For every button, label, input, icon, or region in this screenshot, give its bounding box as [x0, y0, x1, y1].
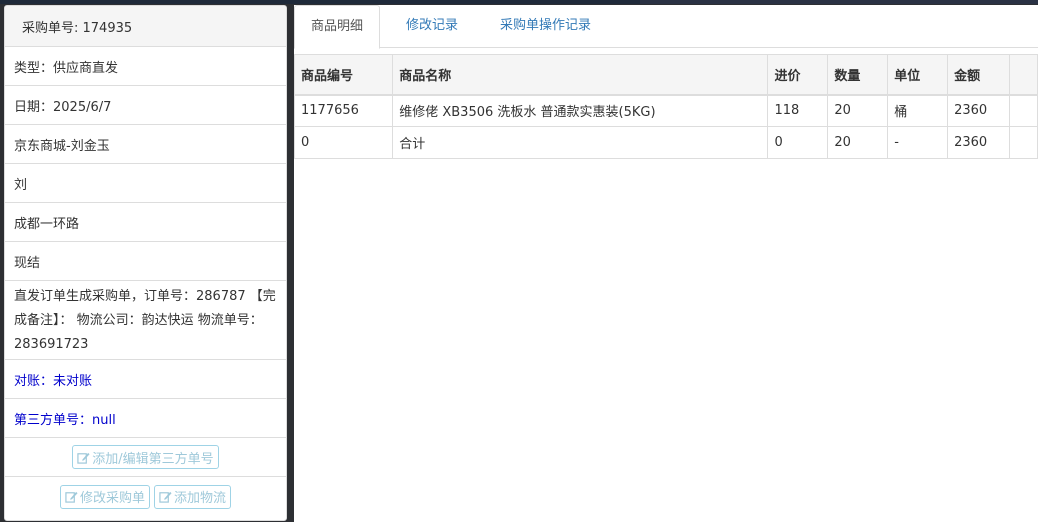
- edit-order-label: 修改采购单: [79, 491, 145, 506]
- table-row: 0 合计 0 20 - 2360: [293, 126, 1038, 159]
- cell-unit: -: [887, 126, 949, 159]
- add-logistics-label: 添加物流: [174, 491, 227, 506]
- top-bar: [0, 0, 1038, 4]
- col-amount: 金额: [947, 54, 1010, 96]
- order-info-panel: 采购单号: 174935 类型：供应商直发 日期：2025/6/7 京东商城-刘…: [4, 5, 287, 521]
- col-extra: [1008, 54, 1038, 96]
- col-item-name: 商品名称: [392, 54, 769, 96]
- tab-bar: 商品明细 修改记录 采购单操作记录: [294, 5, 1038, 49]
- store-name: 京东商城-刘金玉: [5, 125, 286, 164]
- add-logistics-button[interactable]: 添加物流: [154, 484, 232, 509]
- cell-amount: 2360: [947, 94, 1010, 127]
- col-item-code: 商品编号: [293, 54, 394, 96]
- order-actions: 修改采购单 添加物流: [5, 477, 286, 516]
- reconcile-status: 对账：未对账: [5, 360, 286, 399]
- detail-panel: 商品明细 修改记录 采购单操作记录 商品编号 商品名称 进价 数量 单位 金额: [293, 5, 1038, 522]
- edit-icon: [77, 452, 90, 464]
- edit-icon: [65, 491, 78, 503]
- third-party-actions: 添加/编辑第三方单号: [5, 438, 286, 477]
- col-quantity: 数量: [827, 54, 889, 96]
- cell-unit-price: 0: [767, 126, 829, 159]
- edit-order-button[interactable]: 修改采购单: [59, 484, 150, 509]
- contact-name: 刘: [5, 164, 286, 203]
- cell-amount: 2360: [947, 126, 1010, 159]
- address: 成都一环路: [5, 203, 286, 242]
- top-bar-segment: [640, 0, 1038, 4]
- cell-extra: [1008, 94, 1038, 127]
- cell-item-name: 维修佬 XB3506 洗板水 普通款实惠装(5KG): [392, 94, 769, 127]
- table-header-row: 商品编号 商品名称 进价 数量 单位 金额: [293, 54, 1038, 96]
- cell-item-name: 合计: [392, 126, 769, 159]
- items-table: 商品编号 商品名称 进价 数量 单位 金额 1177656 维修佬 XB3506…: [293, 54, 1038, 159]
- cell-quantity: 20: [827, 94, 889, 127]
- col-unit: 单位: [887, 54, 949, 96]
- payment-method: 现结: [5, 242, 286, 281]
- tab-item-details[interactable]: 商品明细: [294, 5, 381, 49]
- cell-item-code: 1177656: [293, 94, 394, 127]
- order-date: 日期：2025/6/7: [5, 86, 286, 125]
- cell-item-code: 0: [293, 126, 394, 159]
- order-number-header: 采购单号: 174935: [5, 6, 286, 47]
- edit-third-party-button[interactable]: 添加/编辑第三方单号: [72, 445, 219, 469]
- cell-unit-price: 118: [767, 94, 829, 127]
- order-note: 直发订单生成采购单，订单号：286787 【完成备注】： 物流公司：韵达快运 物…: [5, 281, 286, 360]
- cell-unit: 桶: [887, 94, 949, 127]
- edit-third-party-label: 添加/编辑第三方单号: [92, 451, 214, 467]
- table-row: 1177656 维修佬 XB3506 洗板水 普通款实惠装(5KG) 118 2…: [293, 94, 1038, 127]
- order-type: 类型：供应商直发: [5, 47, 286, 86]
- edit-icon: [159, 491, 172, 503]
- cell-extra: [1008, 126, 1038, 159]
- tab-edit-history[interactable]: 修改记录: [406, 5, 458, 48]
- col-unit-price: 进价: [767, 54, 829, 96]
- third-party-number: 第三方单号：null: [5, 399, 286, 438]
- cell-quantity: 20: [827, 126, 889, 159]
- tab-operation-log[interactable]: 采购单操作记录: [500, 5, 591, 48]
